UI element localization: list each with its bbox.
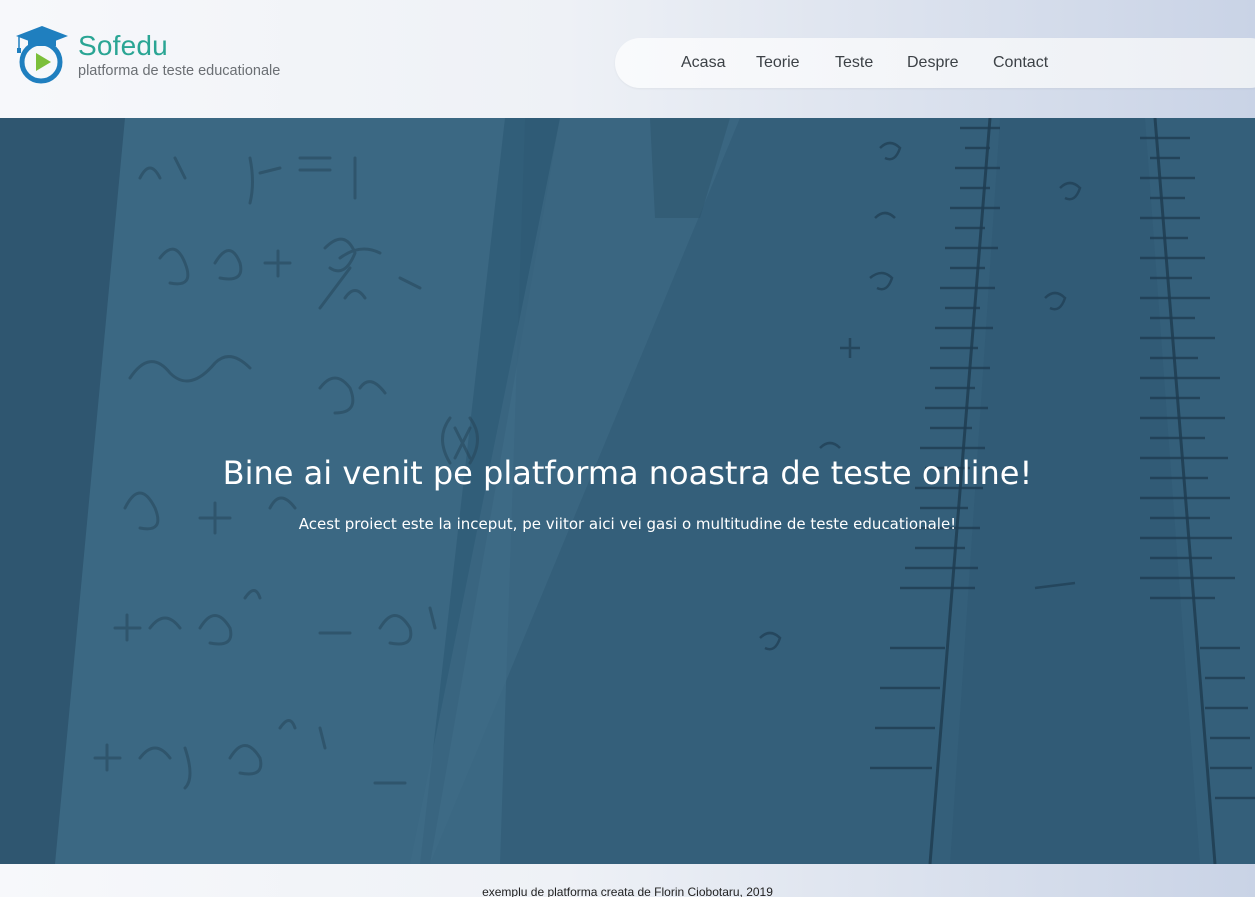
- main-nav: Acasa Teorie Teste Despre Contact: [615, 38, 1255, 88]
- site-header: Sofedu platforma de teste educationale A…: [0, 0, 1255, 118]
- hero-title: Bine ai venit pe platforma noastra de te…: [222, 454, 1033, 492]
- brand-name: Sofedu: [78, 30, 168, 61]
- site-footer: exemplu de platforma creata de Florin Ci…: [0, 864, 1255, 897]
- footer-credits: exemplu de platforma creata de Florin Ci…: [482, 885, 773, 897]
- nav-item-teste[interactable]: Teste: [835, 38, 873, 88]
- hero-section: Bine ai venit pe platforma noastra de te…: [0, 118, 1255, 864]
- logo[interactable]: Sofedu platforma de teste educationale: [14, 24, 314, 88]
- nav-item-teorie[interactable]: Teorie: [756, 38, 800, 88]
- graduation-cap-play-icon: [16, 26, 68, 84]
- nav-item-acasa[interactable]: Acasa: [681, 38, 725, 88]
- nav-item-despre[interactable]: Despre: [907, 38, 959, 88]
- hero-subtitle: Acest proiect este la inceput, pe viitor…: [298, 515, 957, 533]
- nav-item-contact[interactable]: Contact: [993, 38, 1048, 88]
- brand-tagline: platforma de teste educationale: [78, 63, 281, 79]
